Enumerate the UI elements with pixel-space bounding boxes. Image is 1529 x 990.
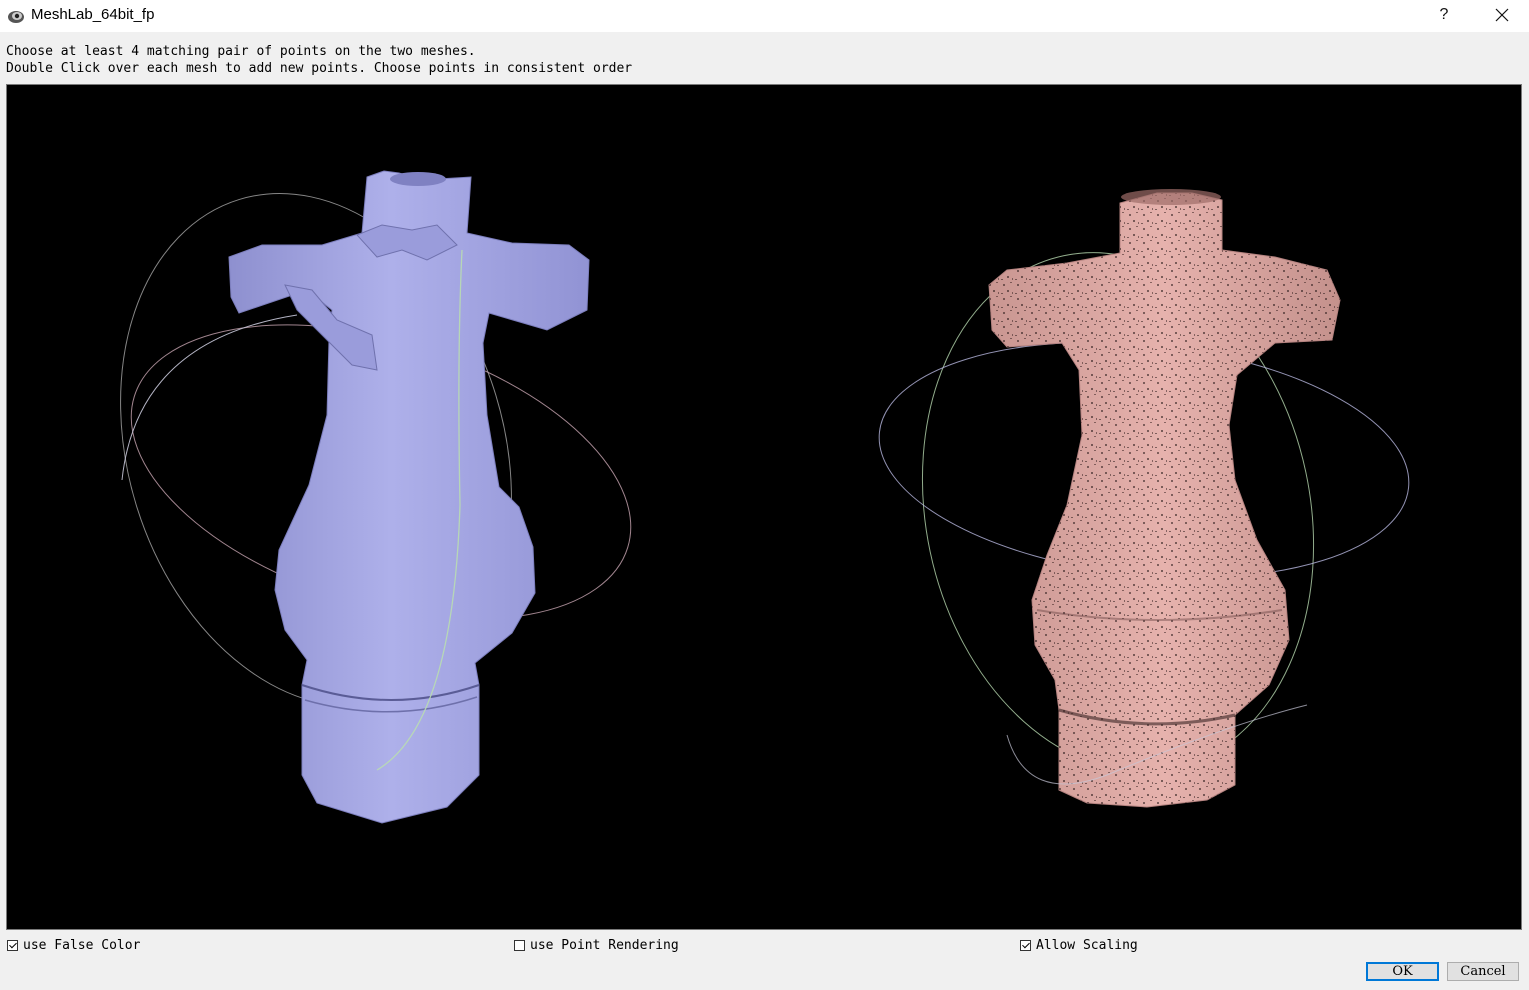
close-icon <box>1495 8 1509 22</box>
false-color-option[interactable]: use False Color <box>7 937 140 953</box>
ok-button[interactable]: OK <box>1366 962 1439 981</box>
point-rendering-checkbox[interactable] <box>514 939 525 951</box>
false-color-label: use False Color <box>23 937 141 953</box>
allow-scaling-checkbox[interactable] <box>1020 939 1031 951</box>
allow-scaling-option[interactable]: Allow Scaling <box>1020 937 1138 953</box>
left-mesh[interactable] <box>60 144 667 824</box>
point-rendering-option[interactable]: use Point Rendering <box>514 937 679 953</box>
instruction-line-1: Choose at least 4 matching pair of point… <box>6 44 476 59</box>
point-rendering-label: use Point Rendering <box>530 937 679 953</box>
help-button[interactable]: ? <box>1428 0 1460 32</box>
false-color-checkbox[interactable] <box>7 939 18 951</box>
mesh-viewport[interactable] <box>6 84 1522 930</box>
right-mesh[interactable] <box>867 189 1420 808</box>
instruction-line-2: Double Click over each mesh to add new p… <box>6 61 633 76</box>
cancel-button[interactable]: Cancel <box>1447 962 1519 981</box>
allow-scaling-label: Allow Scaling <box>1036 937 1138 953</box>
close-button[interactable] <box>1486 0 1518 32</box>
meshlab-app-icon <box>8 11 24 23</box>
title-bar: MeshLab_64bit_fp ? <box>0 0 1529 32</box>
window-title: MeshLab_64bit_fp <box>31 6 155 23</box>
